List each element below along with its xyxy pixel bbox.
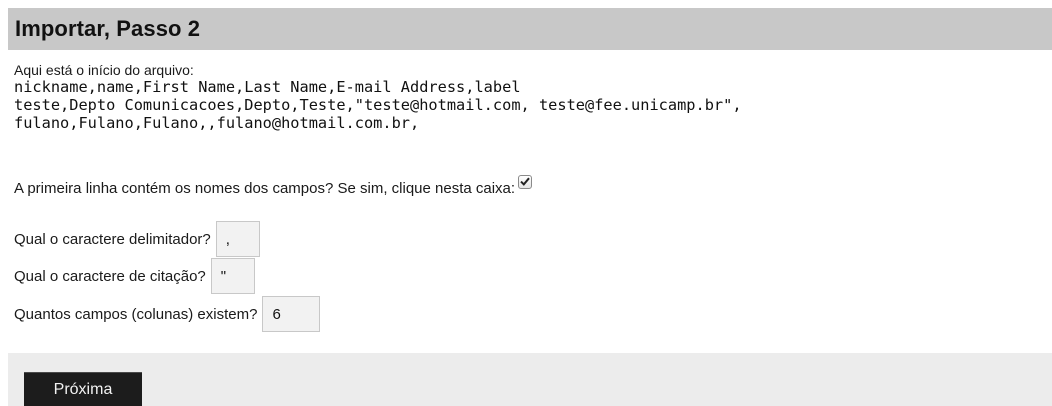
checkmark-icon bbox=[520, 177, 530, 186]
file-preview-line: fulano,Fulano,Fulano,,fulano@hotmail.com… bbox=[14, 114, 420, 132]
header-row-option: A primeira linha contém os nomes dos cam… bbox=[14, 174, 533, 197]
delimiter-option: Qual o caractere delimitador? bbox=[14, 221, 260, 257]
header-row-checkbox[interactable] bbox=[518, 174, 533, 189]
title-bar: Importar, Passo 2 bbox=[8, 8, 1052, 50]
delimiter-input[interactable] bbox=[215, 221, 260, 257]
file-preview: nickname,name,First Name,Last Name,E-mai… bbox=[14, 78, 1044, 132]
quote-char-option: Qual o caractere de citação? bbox=[14, 258, 255, 294]
delimiter-label: Qual o caractere delimitador? bbox=[14, 230, 211, 248]
quote-char-label: Qual o caractere de citação? bbox=[14, 267, 206, 285]
next-button[interactable]: Próxima bbox=[24, 372, 142, 406]
file-preview-section: Aqui está o início do arquivo: nickname,… bbox=[14, 62, 1044, 132]
file-preview-intro: Aqui está o início do arquivo: bbox=[14, 62, 194, 78]
quote-char-input[interactable] bbox=[210, 258, 255, 294]
file-preview-line: teste,Depto Comunicacoes,Depto,Teste,"te… bbox=[14, 96, 742, 114]
page-title: Importar, Passo 2 bbox=[15, 16, 201, 41]
header-row-label: A primeira linha contém os nomes dos cam… bbox=[14, 180, 516, 197]
field-count-option: Quantos campos (colunas) existem? bbox=[14, 296, 321, 332]
field-count-label: Quantos campos (colunas) existem? bbox=[14, 305, 258, 323]
file-preview-line: nickname,name,First Name,Last Name,E-mai… bbox=[14, 78, 521, 96]
footer-bar bbox=[8, 353, 1052, 406]
import-step-2-page: Importar, Passo 2 Aqui está o início do … bbox=[0, 0, 1052, 406]
field-count-input[interactable] bbox=[262, 296, 321, 332]
